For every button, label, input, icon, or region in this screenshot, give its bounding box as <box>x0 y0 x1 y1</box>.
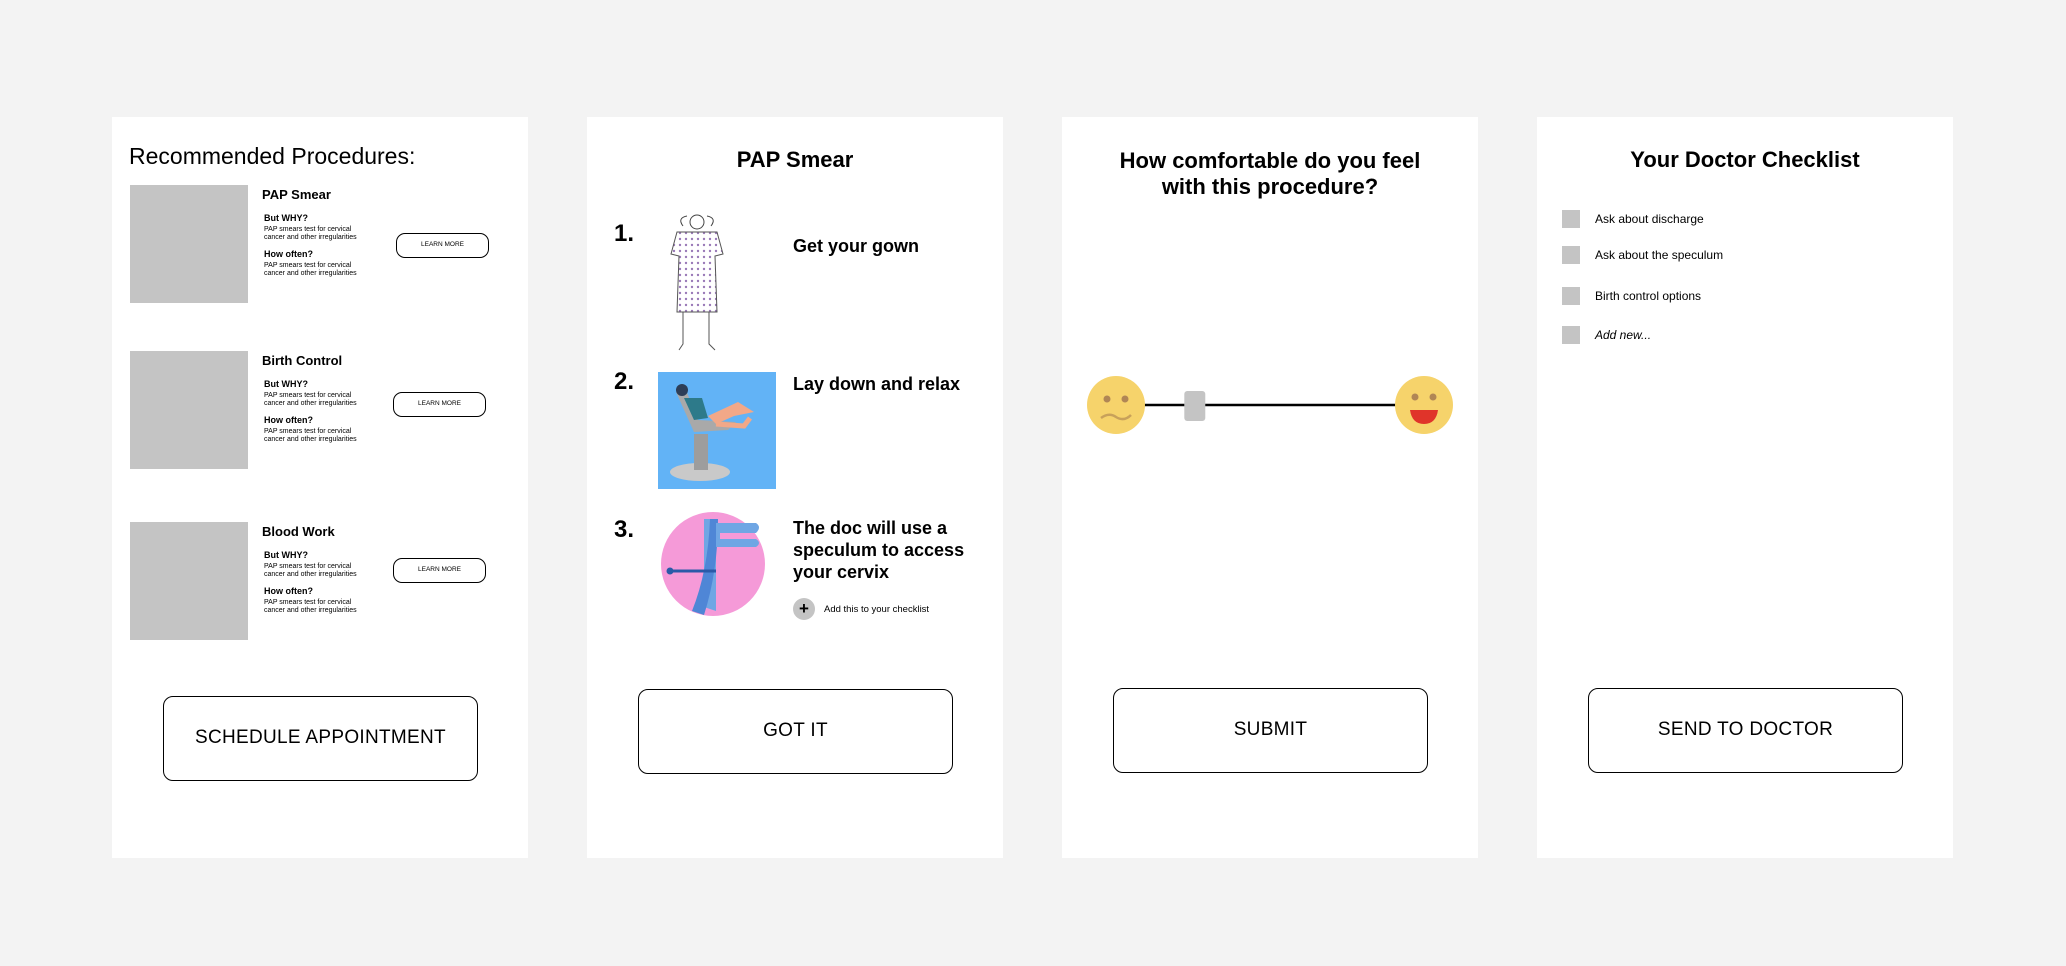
checklist-screen: Your Doctor Checklist Ask about discharg… <box>1537 117 1953 858</box>
add-new-label[interactable]: Add new... <box>1595 328 1651 342</box>
exam-chair-illustration-icon <box>658 372 776 489</box>
how-often-label: How often? <box>264 415 313 425</box>
learn-more-button[interactable]: LEARN MORE <box>393 558 486 583</box>
comfort-slider[interactable] <box>1087 372 1457 438</box>
sad-face-icon <box>1087 376 1145 434</box>
how-often-text: PAP smears test for cervical cancer and … <box>264 428 357 443</box>
how-often-label: How often? <box>264 586 313 596</box>
why-text: PAP smears test for cervical cancer and … <box>264 226 357 241</box>
procedure-card-pap: PAP Smear But WHY? PAP smears test for c… <box>130 185 520 305</box>
learn-more-button[interactable]: LEARN MORE <box>396 233 489 258</box>
how-often-text: PAP smears test for cervical cancer and … <box>264 599 357 614</box>
step-number: 1. <box>614 220 635 247</box>
add-new-item[interactable]: Add new... <box>1562 326 1651 344</box>
gown-illustration-icon <box>670 214 724 351</box>
why-label: But WHY? <box>264 550 308 560</box>
add-to-checklist-label: Add this to your checklist <box>824 603 930 615</box>
procedure-image-placeholder <box>130 522 248 640</box>
step-number: 2. <box>614 368 635 395</box>
title-line-1: How comfortable do you feel <box>1119 148 1421 173</box>
how-often-label: How often? <box>264 249 313 259</box>
how-often-text: PAP smears test for cervical cancer and … <box>264 262 357 277</box>
step-text: The doc will use a speculum to access yo… <box>793 518 965 582</box>
page-title: How comfortable do you feel with this pr… <box>1062 148 1478 200</box>
send-to-doctor-button[interactable]: SEND TO DOCTOR <box>1588 688 1903 773</box>
procedure-name: PAP Smear <box>262 187 331 202</box>
checklist-item-label: Ask about discharge <box>1595 212 1704 226</box>
comfort-screen: How comfortable do you feel with this pr… <box>1062 117 1478 858</box>
checkbox[interactable] <box>1562 287 1580 305</box>
checklist-item[interactable]: Birth control options <box>1562 287 1701 305</box>
checklist-item-label: Birth control options <box>1595 289 1702 303</box>
procedure-name: Birth Control <box>262 353 343 368</box>
procedure-image-placeholder <box>130 351 248 469</box>
procedure-name: Blood Work <box>262 524 335 539</box>
got-it-button[interactable]: GOT IT <box>638 689 953 774</box>
plus-icon[interactable]: + <box>793 598 815 620</box>
learn-more-button[interactable]: LEARN MORE <box>393 392 486 417</box>
step-text: Lay down and relax <box>793 374 961 394</box>
title-line-2: with this procedure? <box>1161 174 1379 199</box>
step-number: 3. <box>614 516 635 543</box>
step-text: Get your gown <box>793 236 919 256</box>
why-label: But WHY? <box>264 379 308 389</box>
schedule-appointment-button[interactable]: SCHEDULE APPOINTMENT <box>163 696 478 781</box>
why-text: PAP smears test for cervical cancer and … <box>264 563 357 578</box>
checklist-item[interactable]: Ask about discharge <box>1562 210 1704 228</box>
checkbox[interactable] <box>1562 210 1580 228</box>
pap-smear-screen: PAP Smear 1. Get your gown 2. Lay down a… <box>587 117 1003 858</box>
checklist-item[interactable]: Ask about the speculum <box>1562 246 1723 264</box>
add-to-checklist[interactable]: + Add this to your checklist <box>793 598 929 620</box>
procedure-card-blood-work: Blood Work But WHY? PAP smears test for … <box>130 522 520 642</box>
why-label: But WHY? <box>264 213 308 223</box>
checkbox[interactable] <box>1562 326 1580 344</box>
page-title: PAP Smear <box>736 147 854 172</box>
why-text: PAP smears test for cervical cancer and … <box>264 392 357 407</box>
procedures-screen: Recommended Procedures: PAP Smear But WH… <box>112 117 528 858</box>
submit-button[interactable]: SUBMIT <box>1113 688 1428 773</box>
checklist-item-label: Ask about the speculum <box>1595 248 1724 262</box>
page-title: Recommended Procedures: <box>129 143 416 169</box>
procedure-card-birth-control: Birth Control But WHY? PAP smears test f… <box>130 351 520 471</box>
page-title: Your Doctor Checklist <box>1630 147 1860 172</box>
happy-face-icon <box>1395 376 1453 434</box>
slider-handle[interactable] <box>1184 391 1206 421</box>
checkbox[interactable] <box>1562 246 1580 264</box>
procedure-image-placeholder <box>130 185 248 303</box>
speculum-illustration-icon <box>661 512 765 616</box>
